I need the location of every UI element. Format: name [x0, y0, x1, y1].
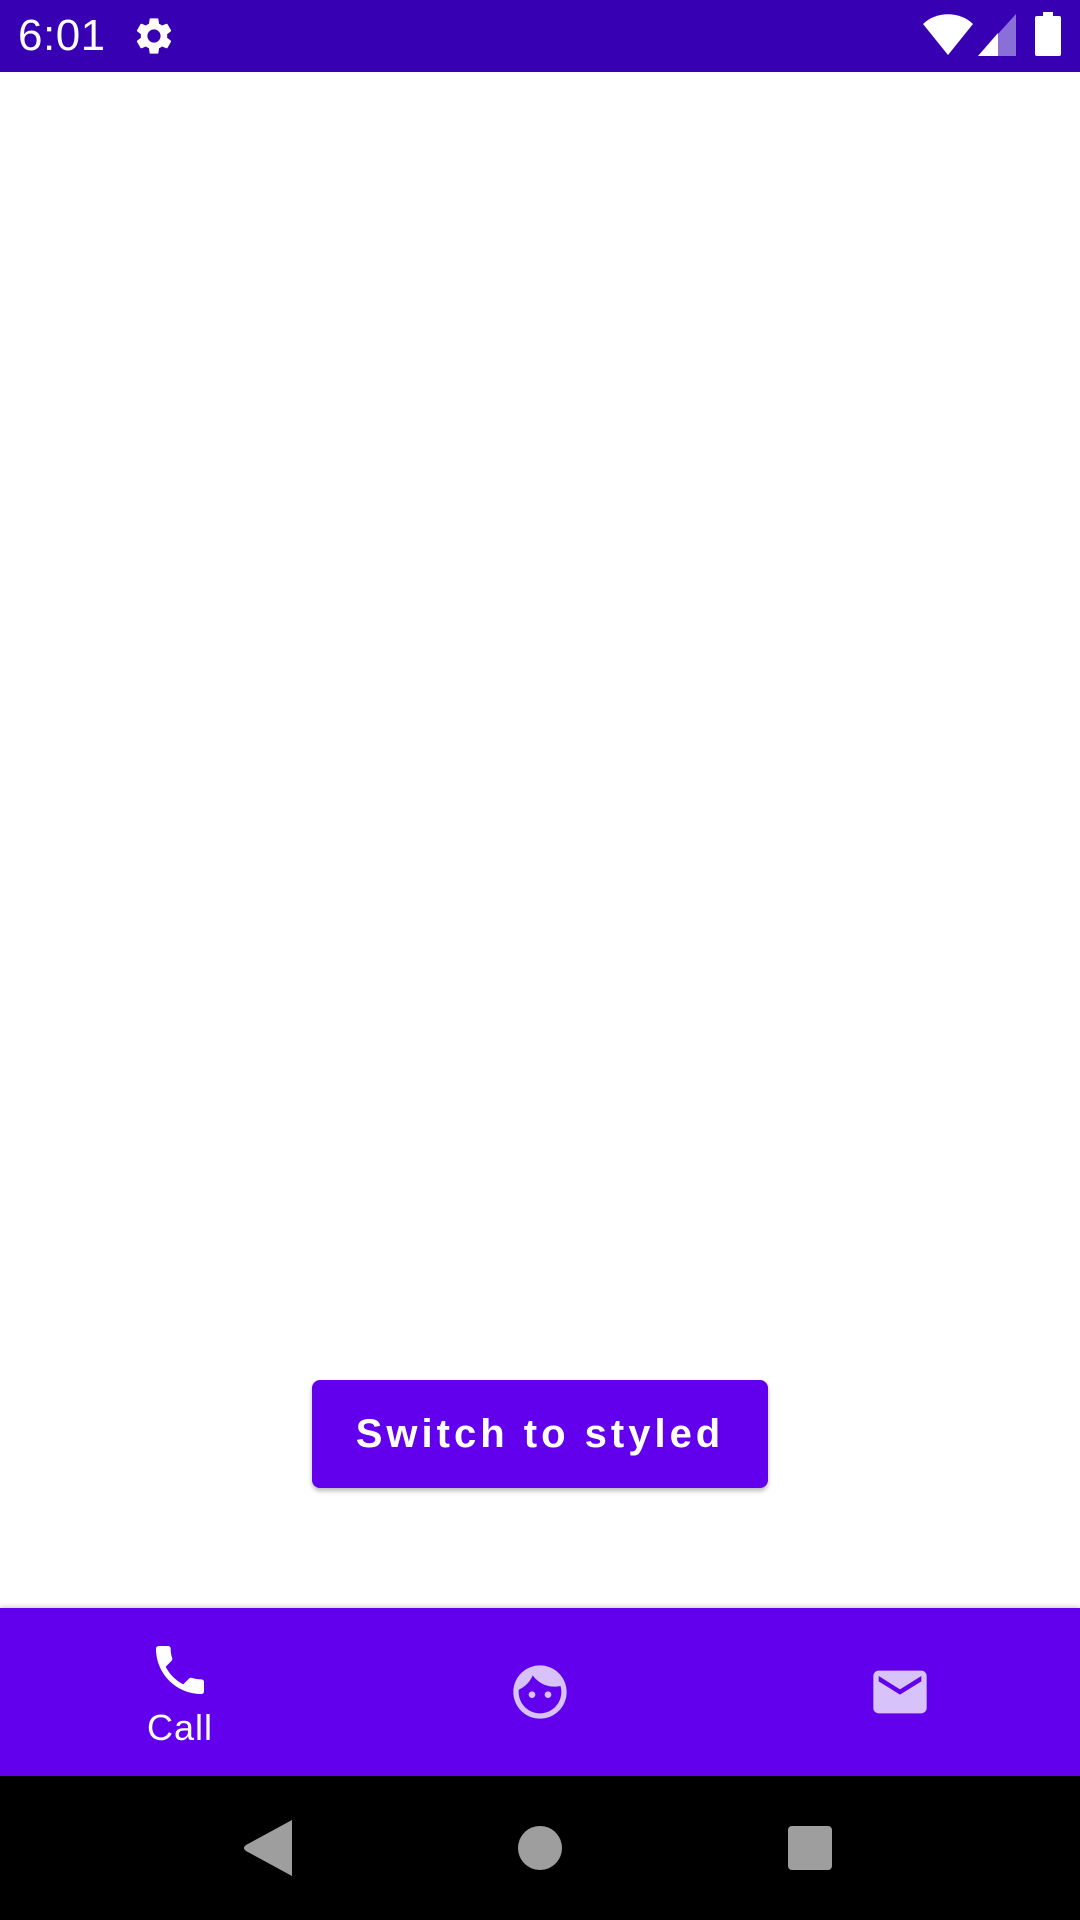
- status-time: 6:01: [18, 11, 106, 60]
- back-icon[interactable]: [242, 1820, 292, 1876]
- face-icon: [513, 1665, 567, 1719]
- main-content: Switch to styled: [0, 72, 1080, 1608]
- switch-to-styled-button[interactable]: Switch to styled: [312, 1380, 768, 1488]
- bottom-navigation: Call: [0, 1608, 1080, 1776]
- status-bar: 6:01: [0, 0, 1080, 72]
- nav-item-call[interactable]: Call: [0, 1608, 360, 1776]
- gear-icon: [136, 18, 172, 54]
- nav-item-mail[interactable]: [720, 1608, 1080, 1776]
- wifi-icon: [923, 14, 973, 55]
- recents-icon[interactable]: [788, 1826, 832, 1870]
- signal-icon: [978, 14, 1016, 56]
- switch-button-label: Switch to styled: [355, 1411, 725, 1456]
- phone-icon: [156, 1646, 204, 1694]
- home-icon[interactable]: [518, 1826, 562, 1870]
- battery-icon: [1035, 12, 1061, 56]
- nav-label-call: Call: [146, 1707, 213, 1748]
- nav-item-face[interactable]: [360, 1608, 720, 1776]
- mail-icon: [873, 1670, 927, 1714]
